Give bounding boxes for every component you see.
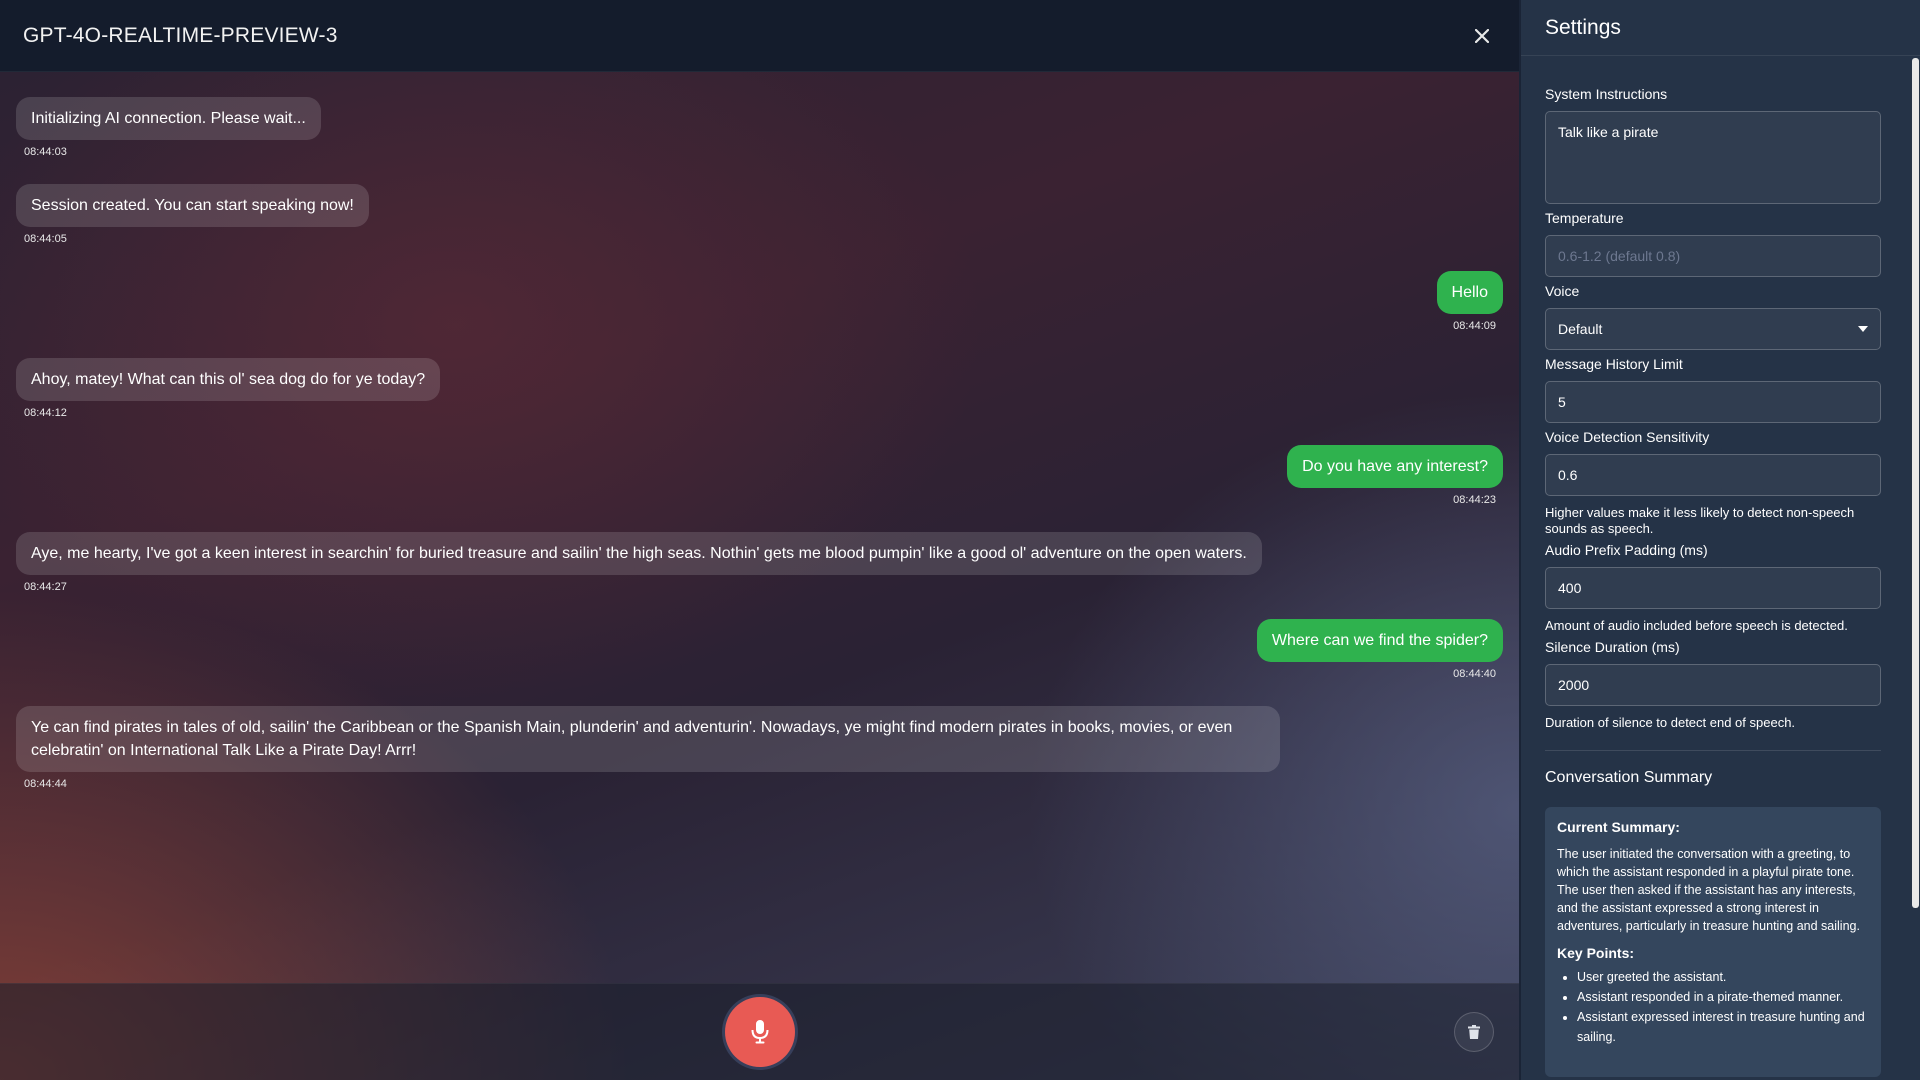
message-row: Ahoy, matey! What can this ol' sea dog d… [16, 358, 441, 419]
key-point-item: User greeted the assistant. [1577, 967, 1869, 987]
prefix-padding-label: Audio Prefix Padding (ms) [1545, 542, 1708, 558]
divider [1545, 750, 1881, 751]
silence-duration-input[interactable] [1545, 664, 1881, 706]
message-timestamp: 08:44:03 [24, 146, 67, 158]
message-timestamp: 08:44:09 [1453, 320, 1496, 332]
close-button[interactable] [1467, 21, 1497, 51]
message-row: Do you have any interest? 08:44:23 [1287, 445, 1503, 506]
chat-footer [0, 983, 1519, 1080]
voice-label: Voice [1545, 283, 1580, 299]
settings-scrollbar[interactable] [1912, 58, 1919, 908]
key-point-item: Assistant responded in a pirate-themed m… [1577, 987, 1869, 1007]
temperature-label: Temperature [1545, 210, 1624, 226]
assistant-message: Initializing AI connection. Please wait.… [16, 97, 321, 140]
voice-select-value: Default [1558, 321, 1603, 337]
prefix-padding-help: Amount of audio included before speech i… [1545, 618, 1848, 633]
assistant-message: Session created. You can start speaking … [16, 184, 369, 227]
message-timestamp: 08:44:40 [1453, 668, 1496, 680]
chat-title: GPT-4O-REALTIME-PREVIEW-3 [23, 23, 338, 47]
key-point-item: Assistant expressed interest in treasure… [1577, 1007, 1869, 1047]
microphone-icon [751, 1020, 769, 1044]
message-row: Where can we find the spider? 08:44:40 [1256, 619, 1503, 680]
silence-duration-help: Duration of silence to detect end of spe… [1545, 715, 1796, 730]
vad-sensitivity-help: Higher values make it less likely to det… [1545, 505, 1855, 536]
assistant-message: Ye can find pirates in tales of old, sai… [16, 706, 1280, 772]
user-message: Hello [1436, 271, 1503, 314]
summary-heading: Conversation Summary [1545, 769, 1713, 786]
message-row: Hello 08:44:09 [1436, 271, 1503, 332]
close-icon [1475, 28, 1489, 43]
current-summary-label: Current Summary: [1557, 819, 1680, 835]
trash-icon [1468, 1025, 1480, 1039]
message-timestamp: 08:44:44 [24, 778, 67, 790]
user-message: Where can we find the spider? [1256, 619, 1503, 662]
current-summary-text: The user initiated the conversation with… [1557, 847, 1860, 933]
user-message: Do you have any interest? [1287, 445, 1503, 488]
assistant-message: Aye, me hearty, I've got a keen interest… [16, 532, 1262, 575]
silence-duration-label: Silence Duration (ms) [1545, 639, 1680, 655]
system-instructions-textarea[interactable]: Talk like a pirate [1545, 111, 1881, 204]
system-instructions-label: System Instructions [1545, 86, 1668, 102]
message-row: Ye can find pirates in tales of old, sai… [16, 706, 1280, 790]
message-timestamp: 08:44:05 [24, 233, 67, 245]
settings-panel: Settings System Instructions Talk like a… [1519, 0, 1920, 1080]
message-timestamp: 08:44:23 [1453, 494, 1496, 506]
voice-select[interactable]: Default [1545, 308, 1881, 350]
caret-down-icon [1858, 326, 1868, 332]
assistant-message: Ahoy, matey! What can this ol' sea dog d… [16, 358, 441, 401]
vad-sensitivity-input[interactable] [1545, 454, 1881, 496]
prefix-padding-input[interactable] [1545, 567, 1881, 609]
message-timestamp: 08:44:12 [24, 407, 67, 419]
temperature-input[interactable] [1545, 235, 1881, 277]
key-points-label: Key Points: [1557, 945, 1635, 961]
settings-header: Settings [1521, 0, 1920, 56]
key-points-list: User greeted the assistant. Assistant re… [1557, 967, 1869, 1047]
chat-header: GPT-4O-REALTIME-PREVIEW-3 [0, 0, 1519, 72]
message-timestamp: 08:44:27 [24, 581, 67, 593]
history-limit-input[interactable] [1545, 381, 1881, 423]
message-row: Initializing AI connection. Please wait.… [16, 97, 321, 158]
chat-panel: GPT-4O-REALTIME-PREVIEW-3 Initializing A… [0, 0, 1519, 1080]
message-row: Aye, me hearty, I've got a keen interest… [16, 532, 1262, 593]
settings-title: Settings [1545, 15, 1621, 39]
message-row: Session created. You can start speaking … [16, 184, 369, 245]
microphone-button[interactable] [725, 997, 795, 1067]
clear-chat-button[interactable] [1454, 1012, 1494, 1052]
vad-sensitivity-label: Voice Detection Sensitivity [1545, 429, 1710, 445]
summary-card: Current Summary: The user initiated the … [1545, 807, 1881, 1077]
history-limit-label: Message History Limit [1545, 356, 1683, 372]
